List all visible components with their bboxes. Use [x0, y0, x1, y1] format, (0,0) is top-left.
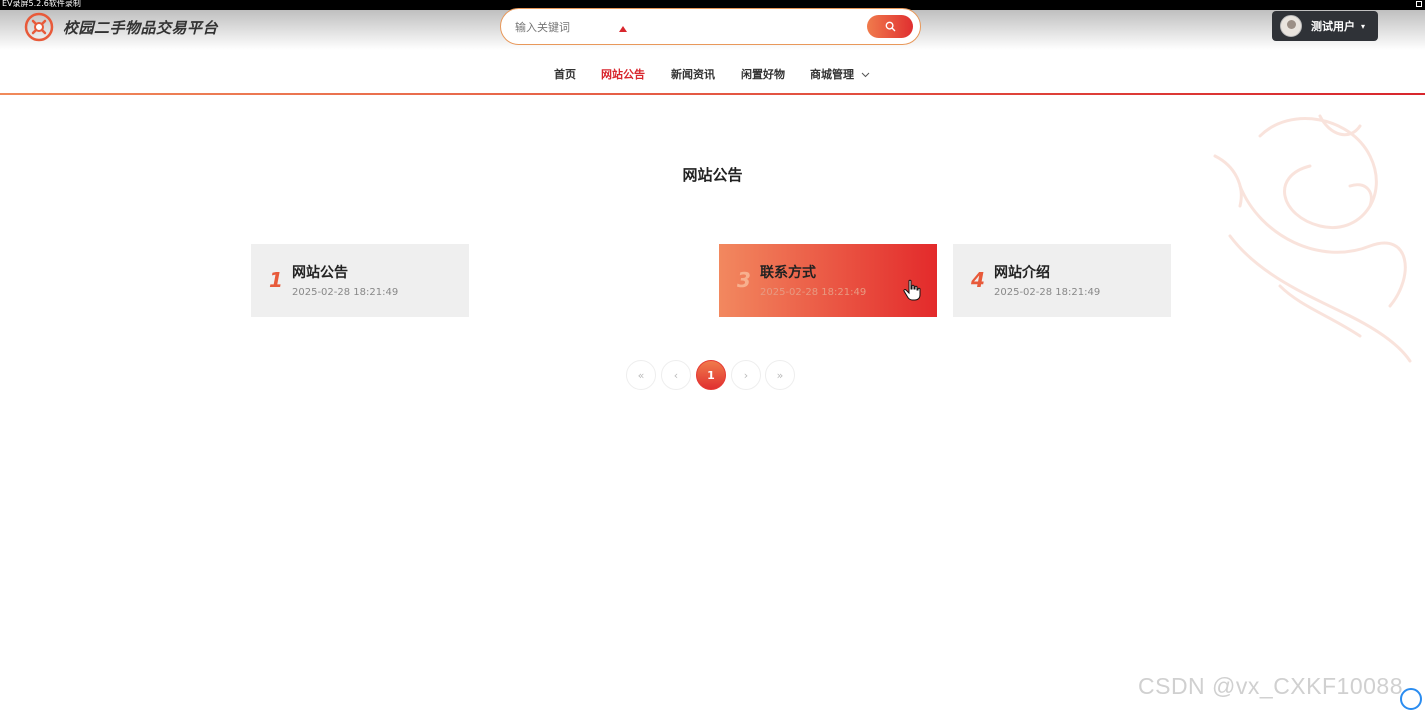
card-number: 4 [971, 268, 985, 292]
search-input[interactable] [515, 17, 855, 37]
card-title: 网站公告 [292, 265, 348, 281]
nav-item-idle-goods[interactable]: 闲置好物 [741, 66, 785, 82]
card-date: 2025-02-28 18:21:49 [994, 287, 1101, 298]
user-name: 测试用户 [1311, 20, 1355, 33]
card-number: 3 [737, 268, 751, 292]
avatar [1280, 15, 1302, 37]
watermark: CSDN @vx_CXKF10088 [1138, 673, 1403, 699]
caret-down-icon: ▾ [1361, 21, 1366, 31]
assistant-float-icon[interactable] [1400, 688, 1422, 710]
pagination-first[interactable]: « [626, 360, 656, 390]
nav-item-announcements[interactable]: 网站公告 [601, 66, 645, 82]
logo-icon [24, 12, 54, 42]
search-bar [500, 8, 921, 45]
search-icon [885, 21, 895, 32]
header: 校园二手物品交易平台 测试用户 ▾ 首页 网站公告 新闻资讯 闲置好物 商城管理 [0, 0, 1425, 96]
pagination-page-current[interactable]: 1 [696, 360, 726, 390]
site-title: 校园二手物品交易平台 [63, 18, 219, 37]
card-date: 2025-02-28 18:21:49 [292, 287, 399, 298]
user-menu-button[interactable]: 测试用户 ▾ [1272, 11, 1378, 41]
pagination-next[interactable]: › [731, 360, 761, 390]
card-title: 网站介绍 [994, 265, 1050, 281]
main-nav: 首页 网站公告 新闻资讯 闲置好物 商城管理 [0, 62, 1425, 86]
announcement-card[interactable]: 4 网站介绍 2025-02-28 18:21:49 [953, 244, 1171, 317]
announcement-card[interactable]: 1 网站公告 2025-02-28 18:21:49 [251, 244, 469, 317]
nav-item-mall-management-label: 商城管理 [810, 68, 854, 81]
search-button[interactable] [867, 15, 913, 38]
page-title: 网站公告 [682, 166, 743, 184]
nav-item-news[interactable]: 新闻资讯 [671, 66, 715, 82]
chevron-down-icon [861, 72, 870, 78]
logo[interactable]: 校园二手物品交易平台 [24, 12, 218, 42]
pagination-prev[interactable]: ‹ [661, 360, 691, 390]
card-number: 1 [269, 268, 283, 292]
nav-item-home[interactable]: 首页 [554, 66, 576, 82]
nav-active-indicator [619, 26, 627, 32]
card-title: 联系方式 [760, 265, 816, 281]
dragon-decoration [1213, 114, 1412, 363]
pagination-last[interactable]: » [765, 360, 795, 390]
hand-cursor-icon [903, 279, 921, 301]
nav-divider [0, 93, 1425, 95]
card-date: 2025-02-28 18:21:49 [760, 287, 867, 298]
nav-item-mall-management[interactable]: 商城管理 [810, 66, 870, 82]
